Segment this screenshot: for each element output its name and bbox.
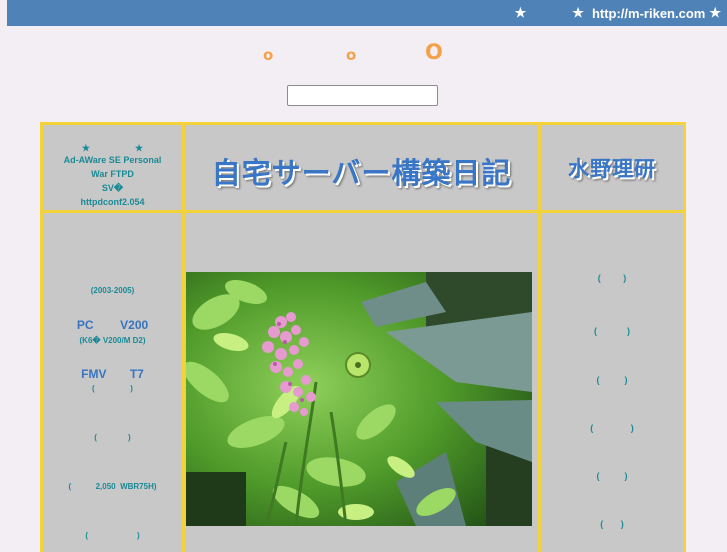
star-icon: ★ <box>709 5 721 20</box>
right-menu-item[interactable]: ( ) <box>541 471 683 481</box>
main-table: ★ ★ Ad-AWare SE Personal War FTPD SV� ht… <box>40 122 686 552</box>
tagline-char-1: o <box>263 46 274 64</box>
right-menu-item[interactable]: ( ) <box>541 375 683 385</box>
link-httpdconf[interactable]: httpdconf2.054 <box>43 197 182 207</box>
menu-fmv-t7[interactable]: FMV T7 <box>43 367 182 381</box>
flower-photo-image <box>186 272 532 526</box>
left-menu-cell: (2003-2005) PC V200 (K6� V200/M D2) FMV … <box>43 213 182 552</box>
menu-fmv-t7-sub: ( ) <box>92 384 133 393</box>
star-icon: ★ ★ <box>81 143 144 153</box>
content-cell <box>185 213 538 552</box>
right-menu-item[interactable]: ( ) <box>541 519 683 529</box>
right-menu-item[interactable]: ( ) <box>541 326 683 336</box>
range-text: (2003-2005) <box>90 286 135 295</box>
menu-pc-v200-sub: (K6� V200/M D2) <box>79 336 146 345</box>
menu-pc-v200[interactable]: PC V200 <box>43 318 182 332</box>
star-icon: ★ <box>514 5 527 20</box>
tagline-char-3: O <box>425 40 443 64</box>
link-ftpd[interactable]: War FTPD <box>43 169 182 179</box>
menu-item-5[interactable]: ( 2,050 WBR75H) <box>43 482 182 491</box>
banner-cell: 自宅サーバー構築日記 <box>185 125 538 210</box>
search-input[interactable] <box>287 85 438 106</box>
header-photo <box>186 272 532 526</box>
right-header-cell: 水野理研 <box>541 125 683 210</box>
link-adaware[interactable]: Ad-AWare SE Personal <box>43 155 182 165</box>
tagline: o o O <box>0 38 727 68</box>
left-header-cell: ★ ★ Ad-AWare SE Personal War FTPD SV� ht… <box>43 125 182 210</box>
menu-item-6[interactable]: ( ) <box>43 531 182 540</box>
right-menu-cell: ( ) ( ) ( ) ( ) ( ) ( ) <box>541 213 683 552</box>
menu-item-4[interactable]: ( ) <box>43 433 182 442</box>
site-title-banner: 自宅サーバー構築日記 <box>211 156 512 190</box>
right-menu-item[interactable]: ( ) <box>541 423 683 433</box>
right-menu-item[interactable]: ( ) <box>541 273 683 283</box>
site-url-link[interactable]: http://m-riken.com <box>592 6 705 21</box>
site-logo: 水野理研 <box>568 157 656 181</box>
top-bar: ★ ★ http://m-riken.com ★ <box>7 0 727 26</box>
link-sv[interactable]: SV� <box>43 183 182 194</box>
star-icon: ★ <box>572 5 584 20</box>
tagline-char-2: o <box>346 46 357 64</box>
